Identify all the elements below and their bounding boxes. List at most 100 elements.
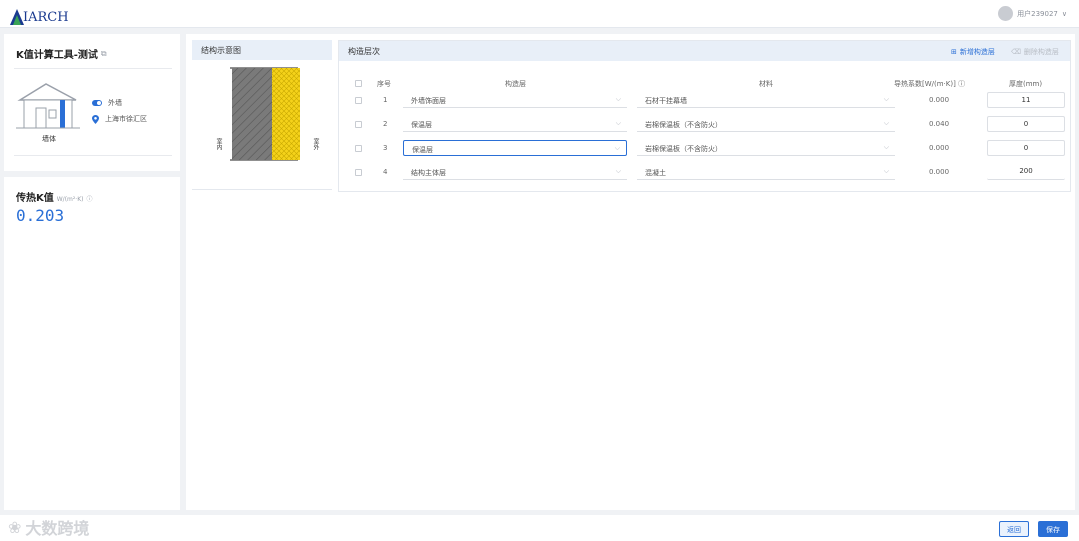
- material-select[interactable]: 岩棉保温板（不含防火） ⌵: [637, 116, 895, 132]
- layer-select[interactable]: 保温层 ⌵: [403, 140, 627, 156]
- main-panel: 结构示意图 室内 室外 构造层次 ⊞ 新增构造层 ⌫ 删除构造层 序号 构造层 …: [186, 34, 1075, 510]
- row-index: 4: [383, 168, 388, 176]
- row-checkbox[interactable]: [355, 169, 362, 176]
- avatar: [998, 6, 1014, 21]
- user-menu[interactable]: 用户239027 ∨: [998, 6, 1067, 21]
- material-select-value: 岩棉保温板（不含防火）: [645, 121, 722, 129]
- material-select[interactable]: 石材干挂幕墙 ⌵: [637, 92, 895, 108]
- chevron-down-icon: ⌵: [615, 119, 621, 127]
- divider: [14, 155, 172, 156]
- col-thickness: 厚度(mm): [1009, 80, 1043, 88]
- k-value-title: 传热K值 W/(m²·K) ⓘ: [16, 189, 93, 204]
- insulation-layer: [272, 68, 300, 160]
- col-layer: 构造层: [505, 80, 526, 88]
- layer-select[interactable]: 保温层 ⌵: [403, 116, 627, 132]
- chevron-down-icon: ⌵: [883, 95, 889, 103]
- location-pin-icon: [92, 114, 99, 124]
- thickness-input[interactable]: 11: [987, 92, 1065, 108]
- structure-header: 构造层次 ⊞ 新增构造层 ⌫ 删除构造层: [339, 41, 1070, 61]
- thickness-input[interactable]: 0: [987, 116, 1065, 132]
- structure-layer: [232, 68, 272, 160]
- table-row: 2 保温层 ⌵ 岩棉保温板（不含防火） ⌵ 0.040 0: [339, 113, 1070, 137]
- structure-layers-panel: 构造层次 ⊞ 新增构造层 ⌫ 删除构造层 序号 构造层 材料 导热系数[W/(m…: [338, 40, 1071, 192]
- logo-text: IARCH: [23, 10, 69, 25]
- row-checkbox[interactable]: [355, 145, 362, 152]
- col-material: 材料: [759, 80, 773, 88]
- divider: [14, 68, 172, 69]
- toggle-icon: [92, 100, 102, 106]
- k-value-card: 传热K值 W/(m²·K) ⓘ 0.203: [4, 177, 180, 510]
- watermark-text: 大数跨境: [25, 519, 90, 538]
- row-index: 1: [383, 96, 388, 104]
- wall-section-diagram: [230, 67, 300, 161]
- add-layer-button[interactable]: ⊞ 新增构造层: [951, 47, 995, 57]
- thickness-input[interactable]: 0: [987, 140, 1065, 156]
- layer-select-value: 结构主体层: [411, 169, 446, 177]
- trash-icon: ⌫: [1011, 48, 1021, 56]
- diagram-header: 结构示意图: [192, 40, 332, 60]
- conductivity-value: 0.040: [929, 120, 950, 128]
- add-icon: ⊞: [951, 48, 957, 56]
- chevron-down-icon: ⌵: [614, 144, 620, 152]
- layer-select-value: 外墙饰面层: [411, 97, 446, 105]
- add-layer-label: 新增构造层: [959, 48, 995, 56]
- layer-select-value: 保温层: [411, 121, 432, 129]
- row-checkbox[interactable]: [355, 121, 362, 128]
- layer-select[interactable]: 结构主体层 ⌵: [403, 164, 627, 180]
- col-conductivity-label: 导热系数[W/(m·K)]: [894, 80, 956, 88]
- chevron-down-icon: ⌵: [883, 119, 889, 127]
- house-icon: [16, 83, 80, 129]
- chevron-down-icon: ⌵: [883, 167, 889, 175]
- outdoor-label: 室外: [312, 138, 319, 150]
- chevron-down-icon: ∨: [1061, 9, 1067, 18]
- chevron-down-icon: ⌵: [615, 95, 621, 103]
- info-icon[interactable]: ⓘ: [86, 194, 92, 203]
- conductivity-value: 0.000: [929, 144, 950, 152]
- material-select-value: 石材干挂幕墙: [645, 97, 687, 105]
- conductivity-value: 0.000: [929, 168, 950, 176]
- edit-icon[interactable]: ⧉: [101, 49, 107, 59]
- material-select-value: 岩棉保温板（不含防火）: [645, 145, 722, 153]
- structure-diagram: 室内 室外: [192, 60, 332, 190]
- row-index: 3: [383, 144, 388, 152]
- tool-title: K值计算工具-测试 ⧉: [16, 46, 107, 62]
- col-index: 序号: [377, 80, 391, 88]
- material-select[interactable]: 混凝土 ⌵: [637, 164, 895, 180]
- layer-select-value: 保温层: [412, 146, 433, 154]
- layer-select[interactable]: 外墙饰面层 ⌵: [403, 92, 627, 108]
- k-value-unit: W/(m²·K): [56, 196, 84, 203]
- thickness-input[interactable]: 200: [987, 164, 1065, 180]
- watermark-logo-icon: ❀: [8, 517, 22, 537]
- footer-bar: ❀ 大数跨境 返回 保存: [0, 515, 1079, 541]
- table-row: 1 外墙饰面层 ⌵ 石材干挂幕墙 ⌵ 0.000 11: [339, 89, 1070, 113]
- col-conductivity: 导热系数[W/(m·K)] ⓘ: [894, 79, 965, 89]
- orientation-attr: 外墙: [92, 98, 122, 108]
- row-index: 2: [383, 120, 388, 128]
- tool-info-card: K值计算工具-测试 ⧉ 墙体 外墙 上海市徐汇区: [4, 34, 180, 171]
- chevron-down-icon: ⌵: [615, 167, 621, 175]
- location-attr-label: 上海市徐汇区: [105, 115, 147, 123]
- info-icon[interactable]: ⓘ: [958, 80, 965, 88]
- logo-triangle-icon: [10, 9, 24, 25]
- select-all-checkbox[interactable]: [355, 80, 362, 87]
- watermark: ❀ 大数跨境: [8, 515, 89, 539]
- indoor-label: 室内: [215, 138, 222, 150]
- orientation-attr-label: 外墙: [108, 99, 122, 107]
- delete-layer-button[interactable]: ⌫ 删除构造层: [1011, 47, 1059, 57]
- logo[interactable]: IARCH: [10, 5, 69, 25]
- material-select[interactable]: 岩棉保温板（不含防火） ⌵: [637, 140, 895, 156]
- chevron-down-icon: ⌵: [883, 143, 889, 151]
- delete-layer-label: 删除构造层: [1023, 48, 1059, 56]
- structure-title: 构造层次: [348, 47, 380, 56]
- k-value-title-text: 传热K值: [16, 193, 54, 204]
- save-button[interactable]: 保存: [1038, 521, 1068, 537]
- conductivity-value: 0.000: [929, 96, 950, 104]
- user-name: 用户239027: [1017, 9, 1058, 18]
- back-button[interactable]: 返回: [999, 521, 1029, 537]
- row-checkbox[interactable]: [355, 97, 362, 104]
- location-attr: 上海市徐汇区: [92, 114, 147, 124]
- table-row: 3 保温层 ⌵ 岩棉保温板（不含防火） ⌵ 0.000 0: [339, 137, 1070, 161]
- tool-title-text: K值计算工具-测试: [16, 50, 98, 61]
- top-bar: IARCH 用户239027 ∨: [0, 0, 1079, 28]
- material-select-value: 混凝土: [645, 169, 666, 177]
